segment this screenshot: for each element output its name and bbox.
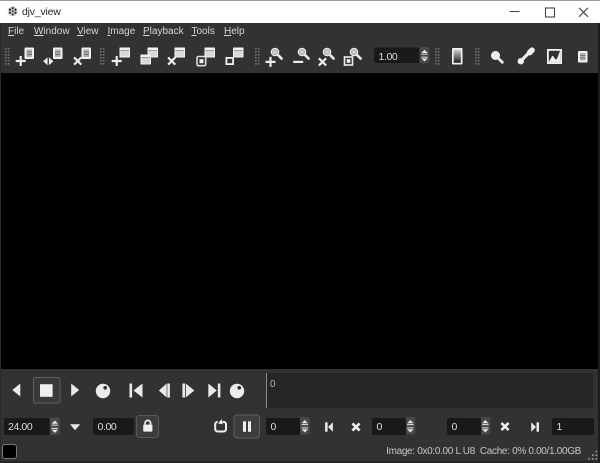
svg-text:1.00: 1.00 [379,51,398,63]
